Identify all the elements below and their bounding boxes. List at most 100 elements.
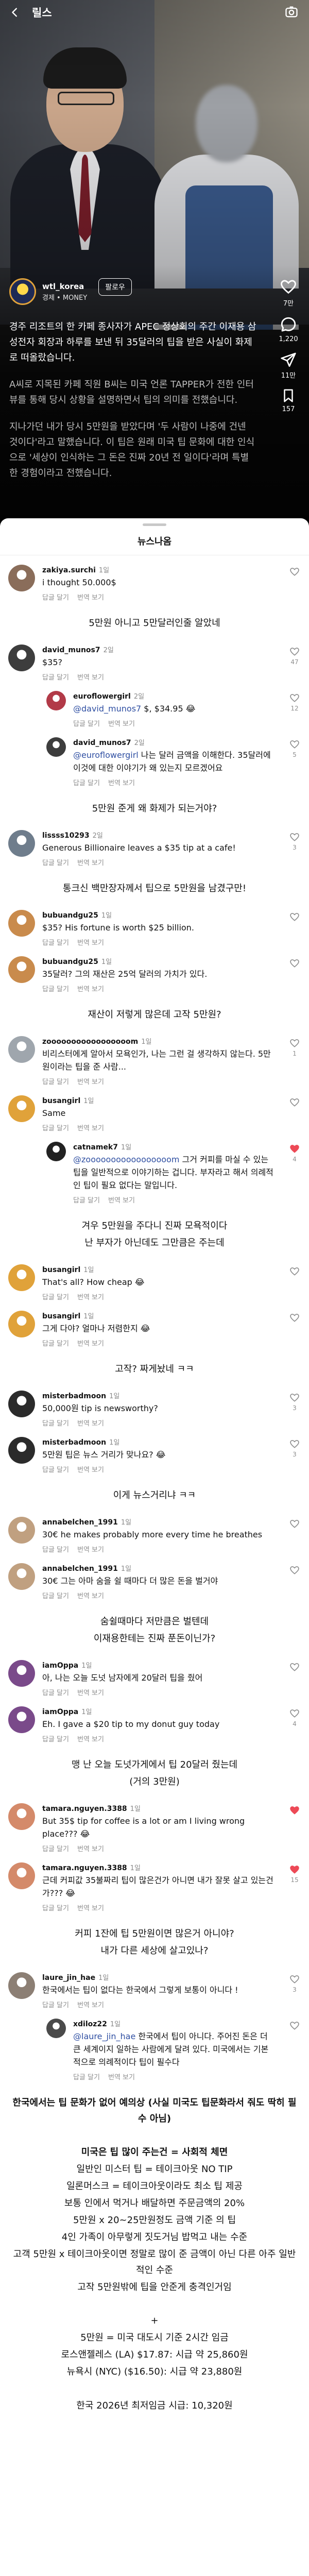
commenter-avatar[interactable] bbox=[8, 956, 35, 983]
commenter-username[interactable]: annabelchen_1991 1일 bbox=[42, 1563, 274, 1573]
comment-button[interactable]: 1,220 bbox=[279, 316, 298, 343]
commenter-username[interactable]: catnamek7 1일 bbox=[73, 1142, 274, 1151]
translate-link[interactable]: 번역 보기 bbox=[77, 1340, 104, 1348]
translate-link[interactable]: 번역 보기 bbox=[77, 594, 104, 602]
comment-like-button[interactable]: 3 bbox=[289, 1393, 300, 1412]
commenter-username[interactable]: laure_jin_hae 1일 bbox=[42, 1972, 274, 1982]
commenter-username[interactable]: zooooooooooooooooom 1일 bbox=[42, 1036, 274, 1046]
reply-link[interactable]: 답글 달기 bbox=[42, 1078, 69, 1086]
mention-link[interactable]: @zooooooooooooooooom bbox=[73, 1155, 179, 1164]
mention-link[interactable]: @laure_jin_hae bbox=[73, 2031, 135, 2041]
commenter-avatar[interactable] bbox=[8, 1036, 35, 1063]
commenter-avatar[interactable] bbox=[8, 1803, 35, 1830]
commenter-avatar[interactable] bbox=[46, 1142, 66, 1161]
like-button[interactable]: 7만 bbox=[280, 278, 297, 308]
translate-link[interactable]: 번역 보기 bbox=[77, 859, 104, 867]
commenter-username[interactable]: bubuandgu25 1일 bbox=[42, 910, 274, 920]
commenter-username[interactable]: busangirl 1일 bbox=[42, 1311, 274, 1320]
commenter-username[interactable]: misterbadmoon 1일 bbox=[42, 1391, 274, 1400]
author-avatar[interactable] bbox=[9, 278, 36, 305]
commenter-avatar[interactable] bbox=[46, 737, 66, 757]
reply-link[interactable]: 답글 달기 bbox=[42, 1546, 69, 1554]
comment-like-button[interactable] bbox=[289, 2021, 300, 2032]
comment-like-button[interactable] bbox=[289, 1266, 300, 1278]
reply-link[interactable]: 답글 달기 bbox=[42, 859, 69, 867]
commenter-avatar[interactable] bbox=[8, 830, 35, 857]
commenter-avatar[interactable] bbox=[8, 1437, 35, 1464]
reply-link[interactable]: 답글 달기 bbox=[42, 1736, 69, 1743]
commenter-username[interactable]: iamOppa 1일 bbox=[42, 1706, 274, 1716]
comment-like-button[interactable] bbox=[289, 1662, 300, 1674]
translate-link[interactable]: 번역 보기 bbox=[77, 1078, 104, 1086]
commenter-avatar[interactable] bbox=[8, 1972, 35, 1999]
translate-link[interactable]: 번역 보기 bbox=[77, 1420, 104, 1428]
reply-link[interactable]: 답글 달기 bbox=[42, 594, 69, 602]
mention-link[interactable]: @euroflowergirl bbox=[73, 750, 139, 760]
commenter-username[interactable]: iamOppa 1일 bbox=[42, 1660, 274, 1670]
commenter-username[interactable]: david_munos7 2일 bbox=[73, 737, 274, 747]
commenter-username[interactable]: zakiya.surchi 1일 bbox=[42, 565, 274, 574]
translate-link[interactable]: 번역 보기 bbox=[77, 674, 104, 682]
comment-like-button[interactable] bbox=[289, 958, 300, 970]
commenter-avatar[interactable] bbox=[8, 1862, 35, 1889]
translate-link[interactable]: 번역 보기 bbox=[77, 1546, 104, 1554]
translate-link[interactable]: 번역 보기 bbox=[108, 720, 135, 728]
commenter-avatar[interactable] bbox=[8, 910, 35, 937]
commenter-avatar[interactable] bbox=[8, 1311, 35, 1337]
reply-link[interactable]: 답글 달기 bbox=[42, 1420, 69, 1428]
translate-link[interactable]: 번역 보기 bbox=[77, 986, 104, 993]
comment-like-button[interactable]: 5 bbox=[289, 739, 300, 758]
camera-icon[interactable] bbox=[284, 5, 300, 20]
comment-like-button[interactable]: 12 bbox=[289, 693, 300, 712]
comment-like-button[interactable]: 1 bbox=[289, 1038, 300, 1057]
reel-caption[interactable]: 경주 리조트의 한 카페 종사자가 APEC 정상회의 주간 이재용 삼성전자 … bbox=[9, 319, 256, 493]
reply-link[interactable]: 답글 달기 bbox=[42, 986, 69, 993]
commenter-username[interactable]: xdiloz22 1일 bbox=[73, 2019, 274, 2028]
commenter-username[interactable]: euroflowergirl 2일 bbox=[73, 691, 274, 701]
reply-link[interactable]: 답글 달기 bbox=[73, 1197, 100, 1205]
comment-like-button[interactable]: 3 bbox=[289, 1439, 300, 1458]
commenter-avatar[interactable] bbox=[8, 1517, 35, 1544]
back-arrow-icon[interactable] bbox=[9, 6, 22, 19]
commenter-avatar[interactable] bbox=[8, 565, 35, 591]
reply-link[interactable]: 답글 달기 bbox=[42, 1340, 69, 1348]
translate-link[interactable]: 번역 보기 bbox=[77, 1736, 104, 1743]
commenter-username[interactable]: lissss10293 2일 bbox=[42, 830, 274, 840]
translate-link[interactable]: 번역 보기 bbox=[108, 779, 135, 787]
translate-link[interactable]: 번역 보기 bbox=[77, 2002, 104, 2009]
commenter-username[interactable]: annabelchen_1991 1일 bbox=[42, 1517, 274, 1527]
translate-link[interactable]: 번역 보기 bbox=[77, 1905, 104, 1912]
comment-like-button[interactable] bbox=[289, 912, 300, 924]
reply-link[interactable]: 답글 달기 bbox=[42, 1592, 69, 1600]
commenter-avatar[interactable] bbox=[8, 1391, 35, 1417]
reply-link[interactable]: 답글 달기 bbox=[42, 1294, 69, 1301]
reply-link[interactable]: 답글 달기 bbox=[42, 1125, 69, 1132]
author-name[interactable]: wtl_korea bbox=[42, 282, 87, 291]
reply-link[interactable]: 답글 달기 bbox=[42, 674, 69, 682]
commenter-avatar[interactable] bbox=[8, 1660, 35, 1687]
commenter-username[interactable]: misterbadmoon 1일 bbox=[42, 1437, 274, 1447]
commenter-avatar[interactable] bbox=[46, 2019, 66, 2038]
commenter-username[interactable]: david_munos7 2일 bbox=[42, 645, 274, 654]
commenter-username[interactable]: tamara.nguyen.3388 1일 bbox=[42, 1803, 274, 1813]
commenter-avatar[interactable] bbox=[8, 1706, 35, 1733]
comment-like-button[interactable] bbox=[289, 1097, 300, 1109]
comment-like-button[interactable] bbox=[289, 1805, 300, 1817]
commenter-username[interactable]: busangirl 1일 bbox=[42, 1264, 274, 1274]
reply-link[interactable]: 답글 달기 bbox=[42, 2002, 69, 2009]
reply-link[interactable]: 답글 달기 bbox=[73, 779, 100, 787]
reply-link[interactable]: 답글 달기 bbox=[42, 939, 69, 947]
reply-link[interactable]: 답글 달기 bbox=[73, 2074, 100, 2081]
comment-like-button[interactable] bbox=[289, 1313, 300, 1325]
reply-link[interactable]: 답글 달기 bbox=[42, 1905, 69, 1912]
commenter-avatar[interactable] bbox=[8, 1563, 35, 1590]
comment-like-button[interactable]: 3 bbox=[289, 832, 300, 851]
commenter-username[interactable]: bubuandgu25 1일 bbox=[42, 956, 274, 966]
reel-video[interactable]: 릴스 wtl_korea 경제 • MONEY 팔로우 경주 리조트의 한 카페… bbox=[0, 0, 309, 531]
commenter-username[interactable]: busangirl 1일 bbox=[42, 1095, 274, 1105]
follow-button[interactable]: 팔로우 bbox=[98, 278, 132, 296]
commenter-avatar[interactable] bbox=[8, 1264, 35, 1291]
comment-like-button[interactable]: 15 bbox=[289, 1865, 300, 1884]
commenter-avatar[interactable] bbox=[8, 645, 35, 671]
comment-like-button[interactable] bbox=[289, 1565, 300, 1577]
